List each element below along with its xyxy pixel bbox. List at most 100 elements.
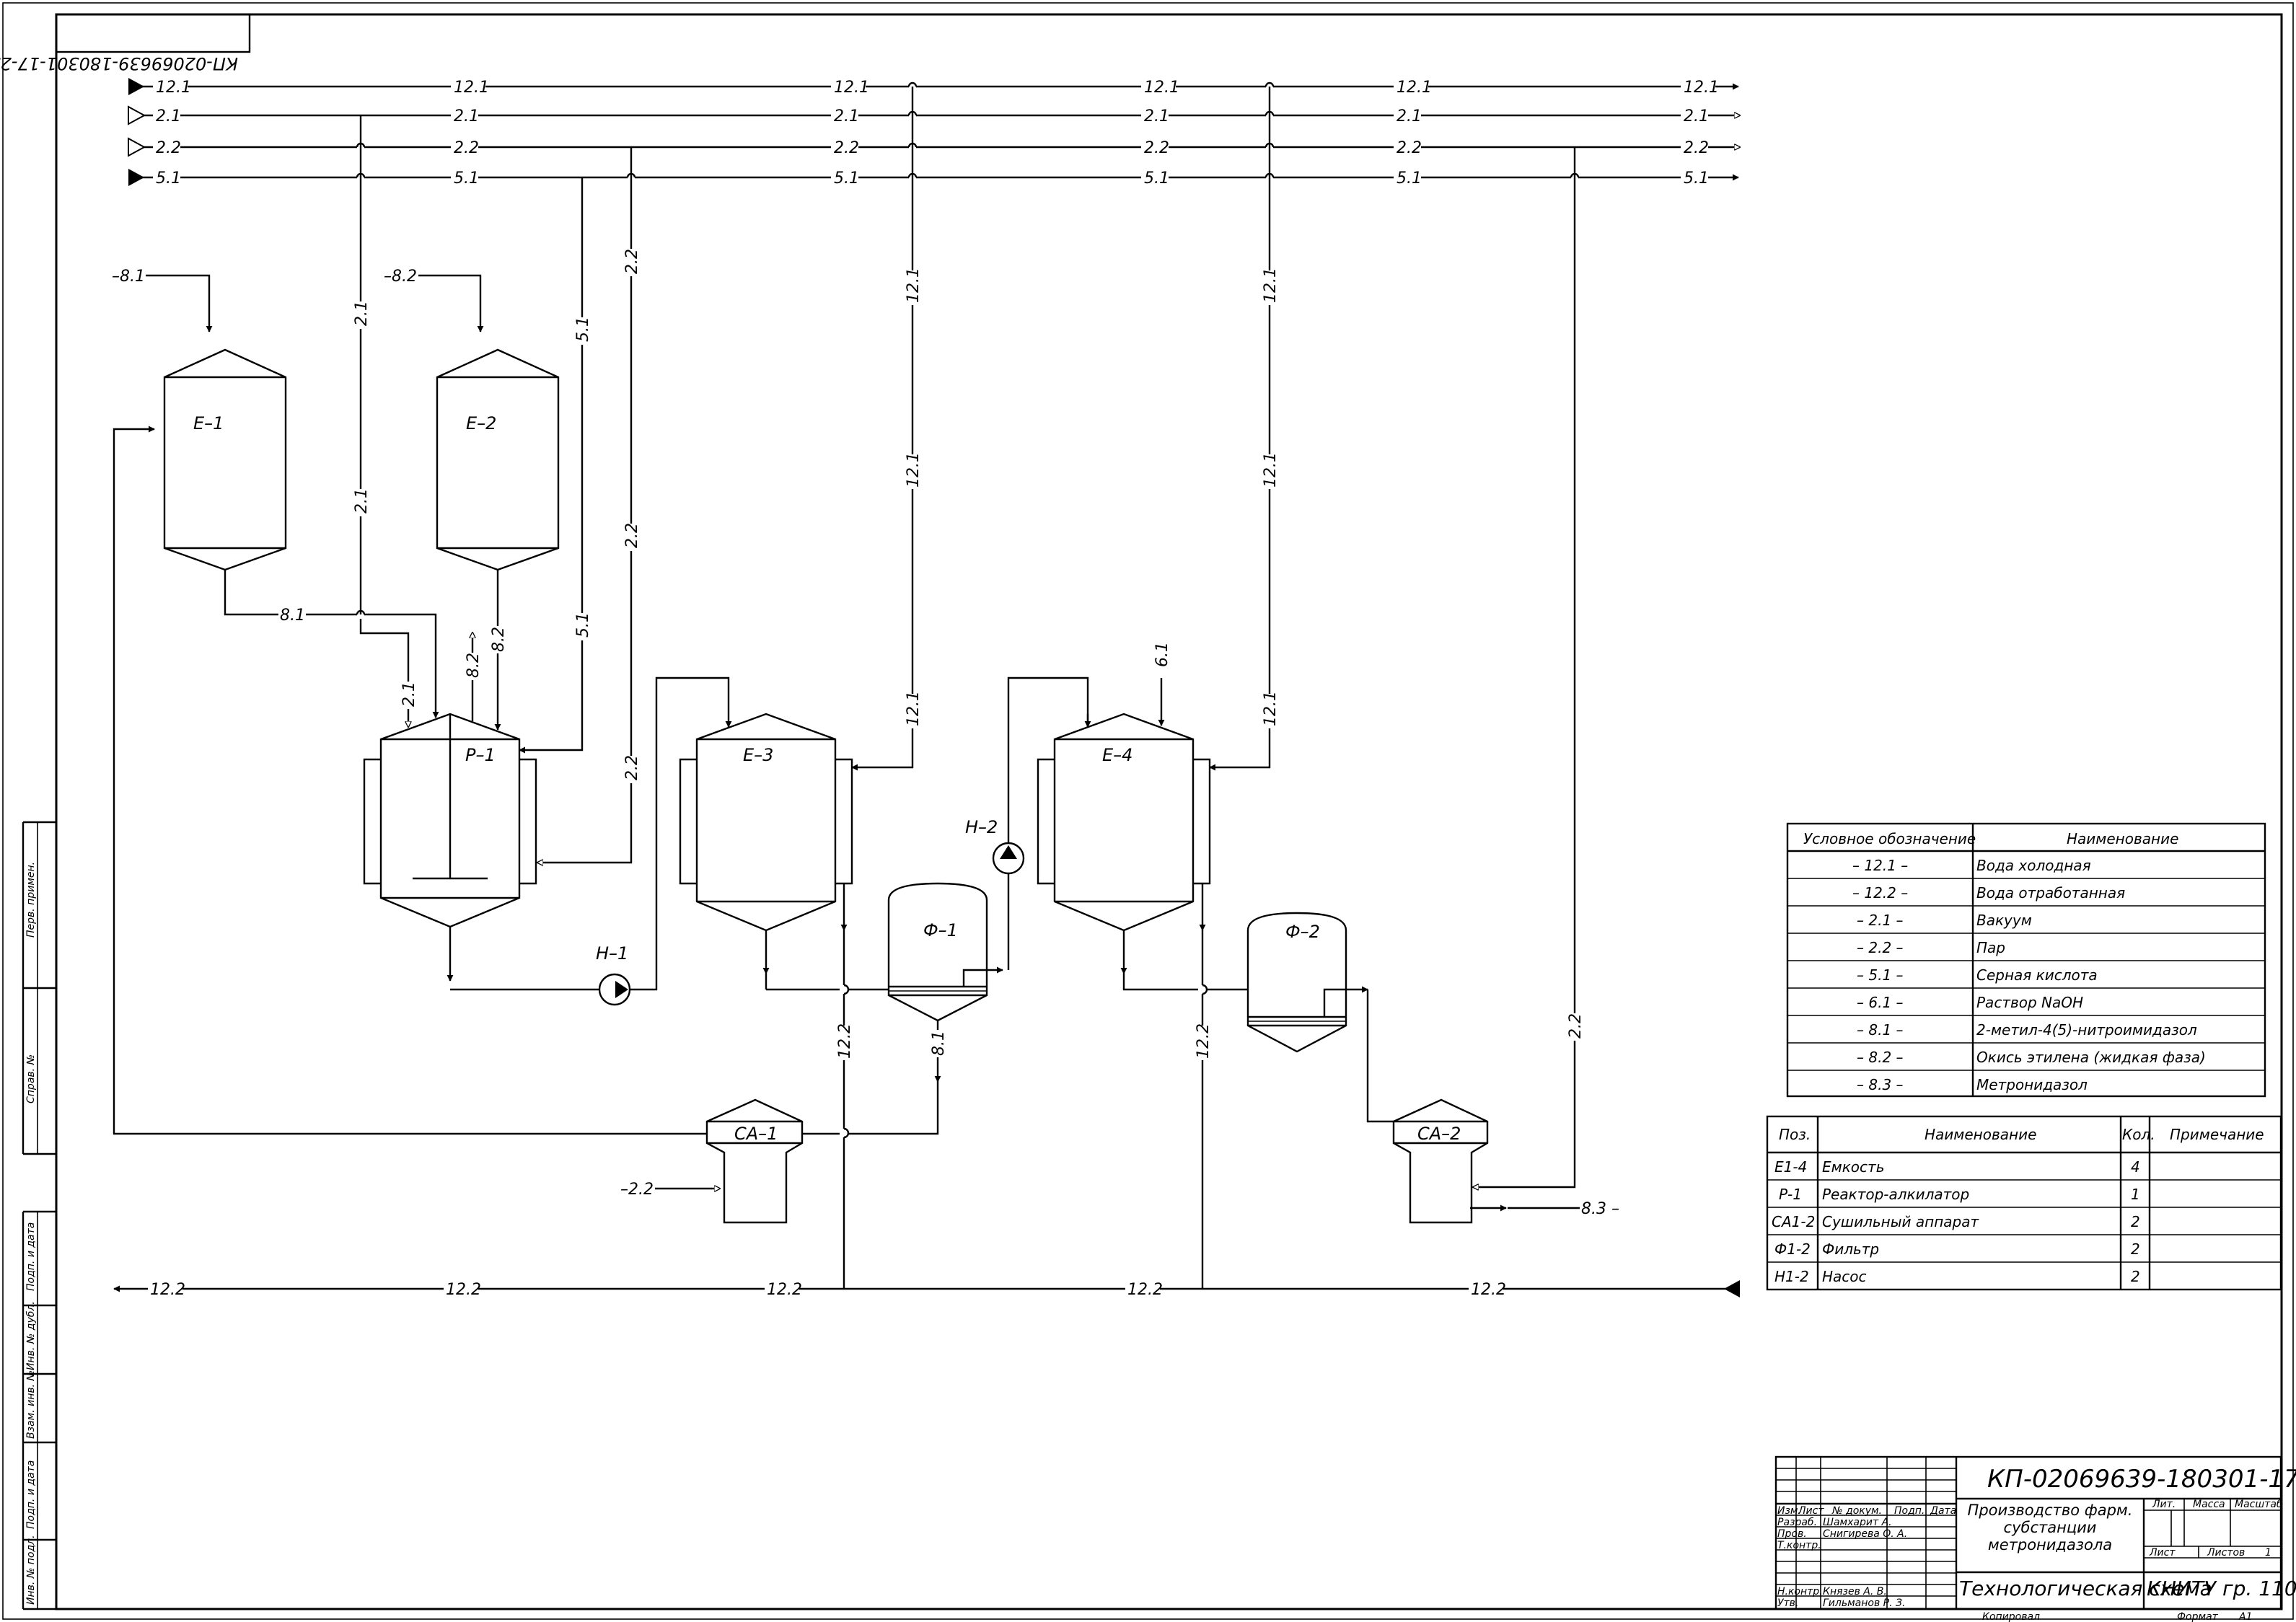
pipe-2-2-to-ca2: 2.2 [1473, 147, 1585, 1187]
filter-f2: Ф–2 [1246, 912, 1355, 1053]
label-legend-rows-8-name: Метронидазол [1976, 1076, 2088, 1093]
label-streams-s51: 5.1 [454, 169, 479, 188]
label-title_block-role_utv: Утв. [1777, 1597, 1798, 1609]
label-equipment-f2: Ф–2 [1285, 922, 1320, 942]
label-title_block-col_doc: № докум. [1831, 1505, 1882, 1517]
label-streams-s82: 8.2 [465, 653, 483, 678]
label-spec-rows-4-qty: 2 [2131, 1268, 2140, 1285]
label-streams-s122: 12.2 [150, 1281, 185, 1299]
header-line-12-2: 12.2 12.2 12.2 12.2 12.2 [113, 1280, 1740, 1299]
label-streams-s22: 2.2 [1567, 1013, 1585, 1039]
label-legend-rows-0-code: – 12.1 – [1852, 857, 1908, 874]
label-legend-rows-5-name: Раствор NaOH [1976, 994, 2083, 1011]
reactor-p1: Р–1 [363, 713, 537, 928]
label-streams-s51: 5.1 [574, 612, 592, 638]
label-streams-s121: 12.1 [1262, 452, 1280, 488]
label-title_block-org: КНИТУ гр. 1101-52 [2147, 1577, 2296, 1600]
vessel-e3: Е–3 [679, 713, 853, 932]
label-spec-col_qty: Кол. [2122, 1126, 2155, 1143]
label-streams-s22: 2.2 [454, 139, 479, 157]
process-flow-diagram: КП-02069639-180301-17-23 Перв. примен. С… [0, 2, 2296, 1622]
label-title_block-copied: Копировал [1982, 1611, 2040, 1622]
header-line-12-1: 12.1 12.1 12.1 12.1 12.1 12.1 [128, 78, 1738, 97]
label-spec-rows-0-qty: 4 [2131, 1158, 2140, 1176]
label-streams-s122: 12.2 [836, 1023, 854, 1059]
label-equipment-e3: Е–3 [743, 745, 773, 765]
label-streams-s51: 5.1 [1684, 169, 1709, 188]
label-title_block-mass: Масса [2193, 1499, 2225, 1510]
product-name: Производство фарм. субстанции метронидаз… [1967, 1502, 2133, 1553]
label-side_strip-1: Справ. № [25, 1054, 37, 1103]
label-side_strip-2: Подп. и дата [25, 1222, 37, 1291]
label-streams-s22: 2.2 [623, 249, 641, 274]
pipe-8-2-inlet: –8.2 [384, 268, 484, 332]
label-streams-s22: 2.2 [623, 523, 641, 548]
label-equipment-ca1: СА–1 [734, 1124, 778, 1144]
spec-table: Поз. Наименование Кол. Примечание Е1-4 Ем… [1766, 1115, 2282, 1291]
label-spec-rows-2-pos: СА1-2 [1772, 1213, 1815, 1230]
label-streams-s121: 12.1 [905, 691, 923, 726]
label-legend-rows-6-name: 2-метил-4(5)-нитроимидазол [1976, 1021, 2197, 1039]
label-spec-rows-3-qty: 2 [2131, 1240, 2140, 1258]
pipe-recycle-to-e1 [113, 426, 707, 1135]
pipe-f2-to-ca2 [1355, 986, 1394, 1123]
pipe-5-1-to-p1: 5.1 5.1 [519, 177, 592, 754]
inner-frame [55, 13, 2283, 1610]
label-title_block-sheets: Листов [2207, 1547, 2245, 1559]
label-equipment-h1: Н–1 [596, 943, 628, 964]
label-spec-rows-2-qty: 2 [2131, 1213, 2140, 1230]
label-equipment-f1: Ф–1 [923, 920, 958, 940]
label-side_strip-3: Инв. № дубл. [25, 1301, 37, 1370]
label-legend-rows-3-name: Пар [1976, 939, 2005, 956]
dryer-ca1: СА–1 [705, 1098, 804, 1224]
label-legend-rows-2-name: Вакуум [1976, 912, 2032, 929]
label-side_strip-0: Перв. примен. [25, 862, 37, 938]
label-streams-s122: 12.2 [446, 1281, 481, 1299]
label-spec-rows-0-pos: Е1-4 [1774, 1158, 1807, 1176]
pipe-h1-to-e3 [630, 676, 732, 991]
label-streams-s121: 12.1 [1396, 79, 1432, 97]
side-strip: Перв. примен. Справ. № Подп. и дата Инв.… [22, 821, 56, 1610]
label-streams-s21: 2.1 [1684, 107, 1709, 125]
label-side_strip-6: Инв. № подл. [25, 1535, 37, 1605]
label-streams-s121: 12.1 [905, 452, 923, 488]
label-legend-rows-7-name: Окись этилена (жидкая фаза) [1976, 1049, 2206, 1066]
pipe-p1-to-h1 [447, 927, 599, 991]
label-equipment-p1: Р–1 [465, 745, 496, 765]
label-streams-s81: 8.1 [280, 607, 305, 625]
label-title_block-name_prov: Снигирева О. А. [1823, 1528, 1907, 1540]
label-title_block-name_razrab: Шамхарит А. [1823, 1517, 1892, 1528]
header-line-2-1: 2.1 2.1 2.1 2.1 2.1 2.1 [128, 105, 1740, 125]
label-equipment-e1: Е–1 [193, 413, 224, 433]
pipe-2-2-to-p1: 2.2 2.2 2.2 [537, 147, 641, 863]
label-streams-s121: 12.1 [1262, 691, 1280, 726]
label-legend-rows-7-code: – 8.2 – [1857, 1049, 1904, 1066]
label-streams-s121: 12.1 [454, 79, 489, 97]
label-legend-rows-2-code: – 2.1 – [1857, 912, 1904, 929]
label-title_block-role_tkontr: Т.контр. [1777, 1540, 1821, 1551]
label-stamp_mirrored: КП-02069639-180301-17-23 [0, 53, 238, 74]
label-streams-s121: 12.1 [834, 79, 869, 97]
label-title_block-lit: Лит. [2152, 1499, 2176, 1510]
label-spec-rows-4-name: Насос [1822, 1268, 1867, 1285]
dryer-ca2: СА–2 [1392, 1098, 1489, 1224]
label-streams-s81: 8.1 [930, 1031, 948, 1056]
label-streams-s122: 12.2 [1195, 1023, 1213, 1059]
pipe-12-2-from-e4: 12.2 [1194, 883, 1213, 1289]
label-streams-s22: 2.2 [156, 139, 181, 157]
label-equipment-e2: Е–2 [466, 413, 496, 433]
label-title_block-col_list: Лист [1798, 1505, 1824, 1517]
label-streams-s21: 2.1 [353, 488, 371, 514]
title-block: Изм. Лист № докум. Подп. Дата Разраб. Ша… [1774, 1455, 2296, 1622]
label-streams-s82: 8.2 [490, 627, 508, 652]
label-streams-s51: 5.1 [156, 169, 181, 188]
label-spec-rows-3-pos: Ф1-2 [1774, 1240, 1811, 1258]
label-streams-s21: 2.1 [454, 107, 479, 125]
label-legend-col_code: Условное обозначение [1803, 830, 1976, 847]
pipe-2-2-to-ca1: –2.2 [620, 1181, 720, 1199]
label-spec-rows-3-name: Фильтр [1822, 1240, 1879, 1258]
label-streams-s22: 2.2 [1144, 139, 1169, 157]
label-streams-s22: 2.2 [1396, 139, 1422, 157]
label-streams-s22: 2.2 [834, 139, 859, 157]
label-spec-rows-1-pos: Р-1 [1779, 1186, 1802, 1203]
